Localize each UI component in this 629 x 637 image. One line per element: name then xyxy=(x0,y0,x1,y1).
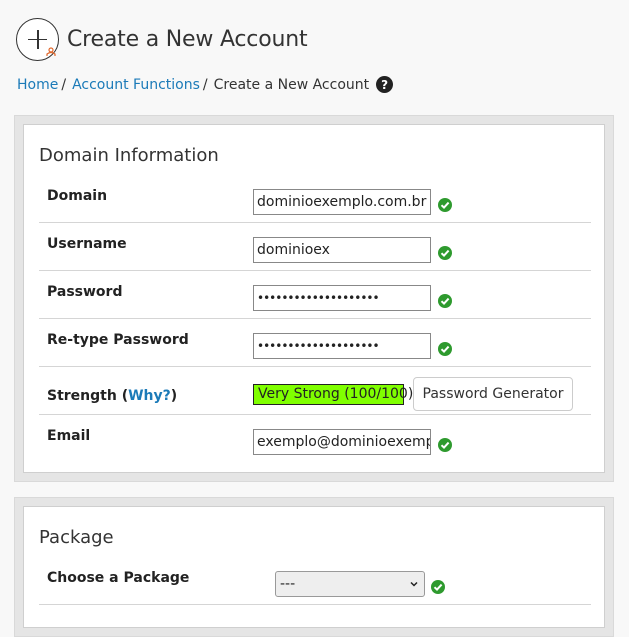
retype-password-input[interactable]: •••••••••••••••••••• xyxy=(253,333,431,359)
strength-label: Strength (Why?) xyxy=(47,388,178,404)
question-circle-icon[interactable]: ? xyxy=(376,76,394,93)
domain-label: Domain xyxy=(47,188,108,204)
password-label: Password xyxy=(47,284,123,300)
breadcrumb-account-functions[interactable]: Account Functions xyxy=(72,77,200,93)
password-generator-button[interactable]: Password Generator xyxy=(413,377,573,411)
user-badge-icon xyxy=(46,46,56,56)
password-row: Password •••••••••••••••••••• xyxy=(39,271,591,319)
package-section-title: Package xyxy=(39,527,114,548)
breadcrumb: Home / Account Functions / Create a New … xyxy=(17,76,394,93)
breadcrumb-separator: / xyxy=(61,76,67,93)
valid-check-icon xyxy=(438,246,452,260)
domain-section-title: Domain Information xyxy=(39,145,219,166)
domain-input[interactable]: dominioexemplo.com.br xyxy=(253,189,431,215)
package-select[interactable]: --- xyxy=(275,571,425,597)
retype-password-row: Re-type Password •••••••••••••••••••• xyxy=(39,319,591,367)
breadcrumb-home[interactable]: Home xyxy=(17,77,58,93)
strength-row: Strength (Why?) Very Strong (100/100) Pa… xyxy=(39,367,591,415)
page-title: Create a New Account xyxy=(67,26,308,52)
valid-check-icon xyxy=(431,580,445,594)
add-account-icon xyxy=(16,17,59,61)
email-label: Email xyxy=(47,428,91,444)
password-input[interactable]: •••••••••••••••••••• xyxy=(253,285,431,311)
domain-information-panel: Domain Information Domain dominioexemplo… xyxy=(14,115,614,482)
valid-check-icon xyxy=(438,342,452,356)
breadcrumb-current: Create a New Account xyxy=(213,76,370,93)
retype-password-label: Re-type Password xyxy=(47,332,189,348)
choose-package-row: Choose a Package --- xyxy=(39,557,591,605)
chevron-down-icon xyxy=(410,581,418,587)
email-input[interactable]: exemplo@dominioexemplo xyxy=(253,429,431,455)
choose-package-label: Choose a Package xyxy=(47,570,190,586)
package-panel: Package Choose a Package --- xyxy=(14,497,614,637)
valid-check-icon xyxy=(438,198,452,212)
why-link[interactable]: Why? xyxy=(128,388,171,404)
username-row: Username dominioex xyxy=(39,223,591,271)
valid-check-icon xyxy=(438,438,452,452)
valid-check-icon xyxy=(438,294,452,308)
username-input[interactable]: dominioex xyxy=(253,237,431,263)
page-header: Create a New Account xyxy=(16,17,308,61)
breadcrumb-separator: / xyxy=(202,76,208,93)
domain-row: Domain dominioexemplo.com.br xyxy=(39,175,591,223)
email-row: Email exemplo@dominioexemplo xyxy=(39,415,591,463)
strength-meter: Very Strong (100/100) xyxy=(253,384,413,405)
username-label: Username xyxy=(47,236,127,252)
